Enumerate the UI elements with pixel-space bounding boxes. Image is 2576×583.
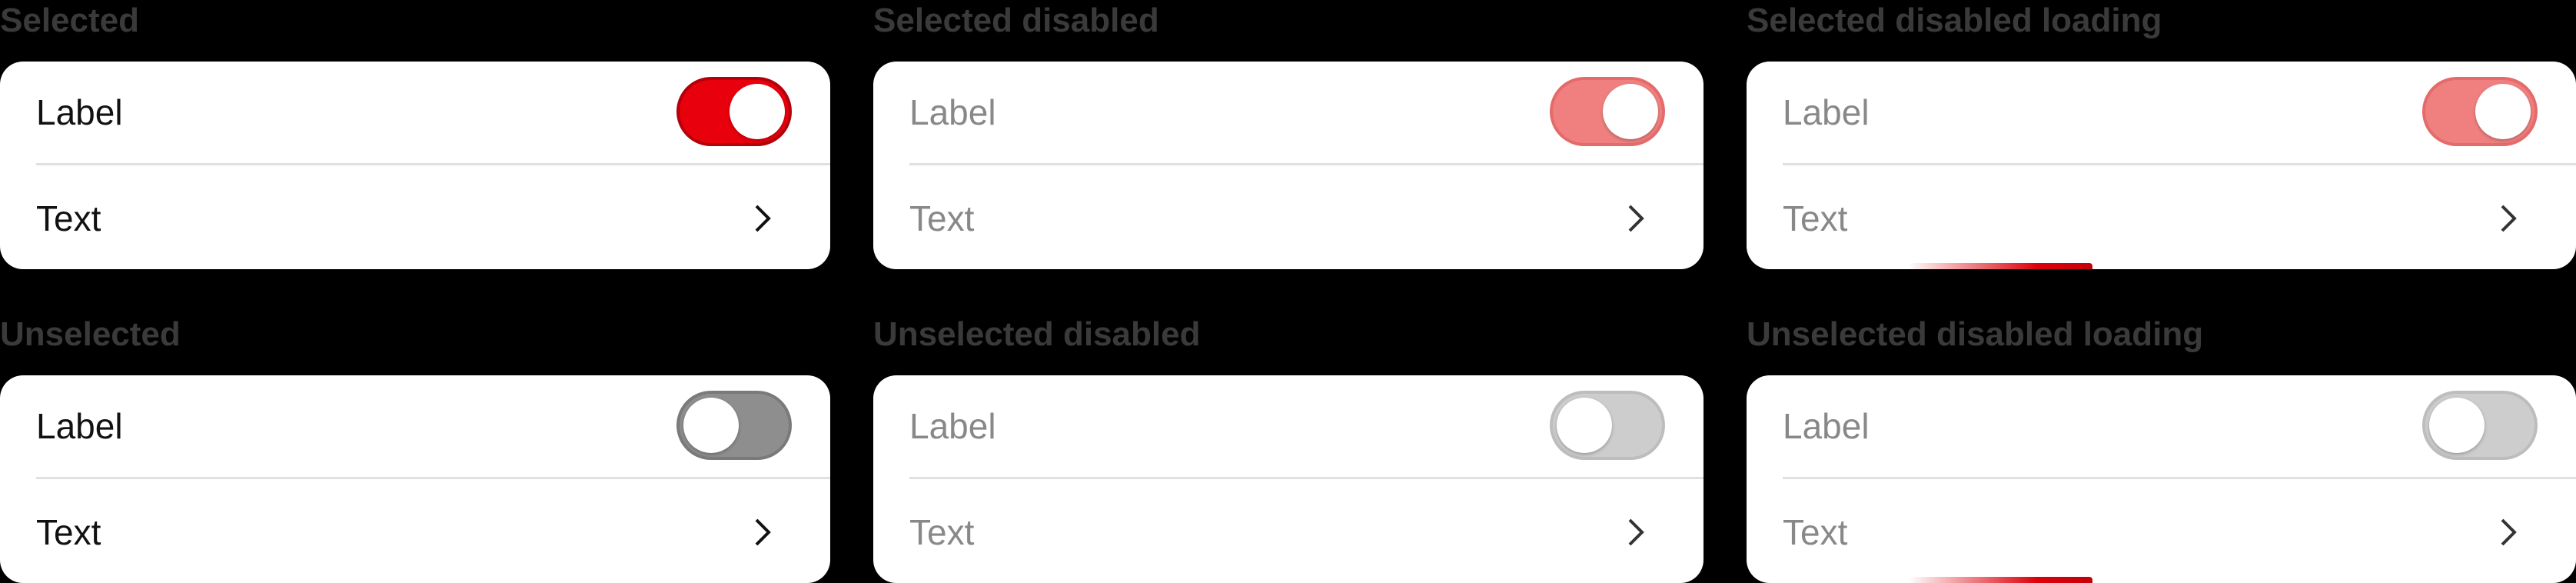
row-divider bbox=[909, 477, 1703, 479]
toggle-row[interactable]: Label bbox=[0, 375, 830, 477]
settings-card-selected: Label Text bbox=[0, 62, 830, 269]
section-heading-unselected-disabled-loading: Unselected disabled loading bbox=[1747, 315, 2204, 353]
toggle-row-label: Label bbox=[36, 406, 123, 446]
toggle-row-label: Label bbox=[909, 92, 996, 132]
settings-card-selected-disabled: Label Text bbox=[873, 62, 1703, 269]
loading-indicator bbox=[1908, 577, 2092, 583]
row-divider bbox=[909, 163, 1703, 165]
row-divider bbox=[1783, 477, 2576, 479]
toggle-switch bbox=[1550, 391, 1665, 460]
settings-card-unselected-disabled: Label Text bbox=[873, 375, 1703, 583]
toggle-knob bbox=[1603, 84, 1658, 139]
chevron-right-icon bbox=[1620, 515, 1651, 549]
toggle-row-label: Label bbox=[909, 406, 996, 446]
toggle-switch bbox=[2422, 391, 2538, 460]
nav-row[interactable]: Text bbox=[0, 168, 830, 269]
nav-row: Text bbox=[873, 168, 1703, 269]
nav-row[interactable]: Text bbox=[0, 481, 830, 583]
toggle-row[interactable]: Label bbox=[0, 62, 830, 163]
nav-row-label: Text bbox=[1783, 512, 1848, 552]
nav-row: Text bbox=[1747, 168, 2576, 269]
chevron-right-icon bbox=[2493, 202, 2524, 235]
toggle-switch[interactable] bbox=[676, 391, 792, 460]
section-heading-selected-disabled: Selected disabled bbox=[873, 2, 1159, 39]
nav-row: Text bbox=[1747, 481, 2576, 583]
toggle-knob bbox=[1557, 398, 1612, 453]
toggle-knob bbox=[730, 84, 785, 139]
settings-card-unselected: Label Text bbox=[0, 375, 830, 583]
nav-row-label: Text bbox=[36, 512, 101, 552]
toggle-row-label: Label bbox=[1783, 406, 1870, 446]
section-heading-selected-disabled-loading: Selected disabled loading bbox=[1747, 2, 2162, 39]
toggle-knob bbox=[2475, 84, 2531, 139]
toggle-row: Label bbox=[873, 375, 1703, 477]
nav-row-label: Text bbox=[36, 198, 101, 238]
toggle-knob bbox=[2429, 398, 2485, 453]
nav-row: Text bbox=[873, 481, 1703, 583]
chevron-right-icon bbox=[747, 515, 778, 549]
loading-indicator bbox=[1908, 263, 2092, 269]
chevron-right-icon bbox=[1620, 202, 1651, 235]
chevron-right-icon bbox=[2493, 515, 2524, 549]
toggle-switch bbox=[2422, 77, 2538, 146]
toggle-row: Label bbox=[1747, 375, 2576, 477]
chevron-right-icon bbox=[747, 202, 778, 235]
settings-card-selected-disabled-loading: Label Text bbox=[1747, 62, 2576, 269]
settings-card-unselected-disabled-loading: Label Text bbox=[1747, 375, 2576, 583]
row-divider bbox=[36, 163, 830, 165]
row-divider bbox=[36, 477, 830, 479]
toggle-row-label: Label bbox=[1783, 92, 1870, 132]
section-heading-unselected-disabled: Unselected disabled bbox=[873, 315, 1201, 353]
section-heading-unselected: Unselected bbox=[0, 315, 181, 353]
nav-row-label: Text bbox=[909, 512, 975, 552]
section-heading-selected: Selected bbox=[0, 2, 139, 39]
nav-row-label: Text bbox=[1783, 198, 1848, 238]
toggle-knob bbox=[683, 398, 739, 453]
toggle-row: Label bbox=[873, 62, 1703, 163]
toggle-row-label: Label bbox=[36, 92, 123, 132]
toggle-row: Label bbox=[1747, 62, 2576, 163]
row-divider bbox=[1783, 163, 2576, 165]
toggle-switch[interactable] bbox=[676, 77, 792, 146]
nav-row-label: Text bbox=[909, 198, 975, 238]
toggle-switch bbox=[1550, 77, 1665, 146]
